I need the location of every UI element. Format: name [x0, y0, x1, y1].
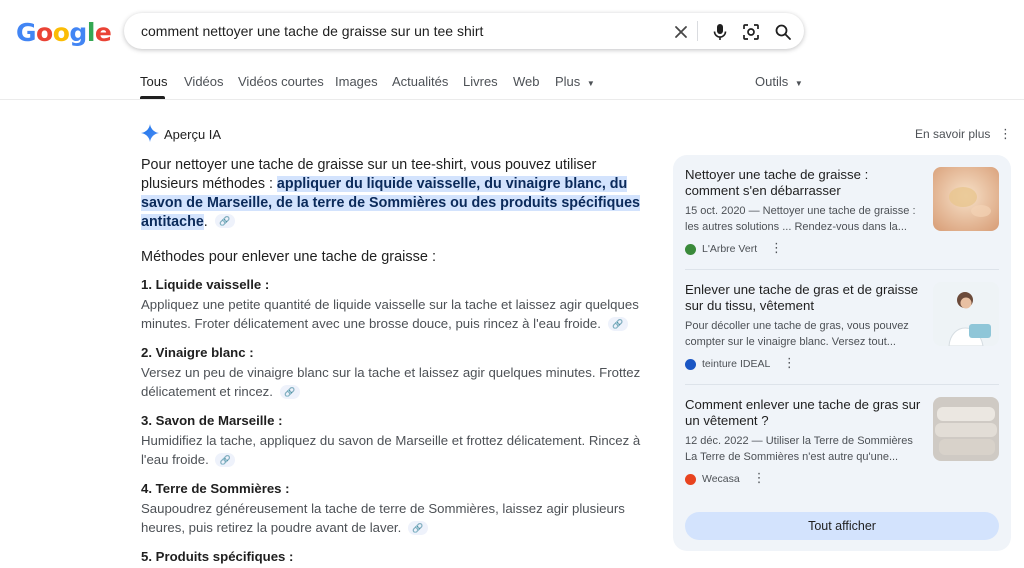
- method-text: Appliquez une petite quantité de liquide…: [141, 295, 646, 333]
- method-title: 4. Terre de Sommières :: [141, 481, 290, 496]
- source-card[interactable]: Enlever une tache de gras et de graisse …: [685, 282, 925, 371]
- source-thumbnail[interactable]: [933, 397, 999, 461]
- method-title: 1. Liquide vaisselle :: [141, 277, 270, 292]
- search-box[interactable]: comment nettoyer une tache de graisse su…: [124, 13, 804, 49]
- method-title: 3. Savon de Marseille :: [141, 413, 283, 428]
- ai-overview-title: Aperçu IA: [164, 127, 222, 142]
- google-logo[interactable]: Google: [16, 18, 112, 47]
- link-chip-icon[interactable]: 🔗: [607, 316, 628, 331]
- close-icon[interactable]: [670, 21, 692, 43]
- search-input[interactable]: comment nettoyer une tache de graisse su…: [141, 23, 483, 39]
- sources-panel: Nettoyer une tache de graisse : comment …: [673, 155, 1011, 551]
- more-options-icon[interactable]: ⋮: [999, 126, 1012, 142]
- site-favicon-icon: [685, 473, 696, 485]
- ai-intro: Pour nettoyer une tache de graisse sur u…: [141, 156, 641, 232]
- method-description: Saupoudrez généreusement la tache de ter…: [141, 501, 625, 535]
- source-site: teinture IDEAL ⋮: [685, 355, 925, 371]
- source-thumbnail[interactable]: [933, 282, 999, 346]
- mic-icon[interactable]: [709, 21, 731, 43]
- source-site-name: Wecasa: [702, 473, 740, 485]
- method-title: 5. Produits spécifiques :: [141, 549, 294, 564]
- logo-letter: e: [94, 18, 112, 47]
- caret-down-icon: ▼: [586, 79, 595, 88]
- method-description: Appliquez une petite quantité de liquide…: [141, 297, 639, 331]
- card-divider: [685, 269, 999, 270]
- ai-intro-end: .: [203, 214, 208, 230]
- method-title: 2. Vinaigre blanc :: [141, 345, 254, 360]
- source-site-name: L'Arbre Vert: [702, 243, 758, 255]
- logo-letter: l: [86, 18, 96, 47]
- source-snippet: 12 déc. 2022 — Utiliser la Terre de Somm…: [685, 435, 913, 463]
- tab-books[interactable]: Livres: [463, 74, 498, 89]
- more-options-icon[interactable]: ⋮: [753, 470, 766, 485]
- source-title[interactable]: Enlever une tache de gras et de graisse …: [685, 282, 925, 314]
- source-snippet: 15 oct. 2020 — Nettoyer une tache de gra…: [685, 205, 916, 233]
- source-site: Wecasa ⋮: [685, 470, 925, 486]
- site-favicon-icon: [685, 243, 696, 255]
- tab-more[interactable]: Plus ▼: [555, 74, 595, 89]
- logo-letter: g: [69, 18, 87, 47]
- card-divider: [685, 384, 999, 385]
- method-text: Humidifiez la tache, appliquez du savon …: [141, 431, 646, 469]
- logo-letter: o: [36, 18, 53, 47]
- methods-heading: Méthodes pour enlever une tache de grais…: [141, 249, 437, 265]
- source-title[interactable]: Nettoyer une tache de graisse : comment …: [685, 167, 925, 199]
- source-thumbnail[interactable]: [933, 167, 999, 231]
- tab-news[interactable]: Actualités: [392, 74, 448, 89]
- link-chip-icon[interactable]: 🔗: [214, 214, 235, 229]
- site-favicon-icon: [685, 358, 696, 370]
- source-snippet: Pour décoller une tache de gras, vous po…: [685, 320, 909, 348]
- source-card[interactable]: Nettoyer une tache de graisse : comment …: [685, 167, 925, 256]
- search-icon[interactable]: [772, 21, 794, 43]
- tools-button[interactable]: Outils ▼: [755, 74, 803, 89]
- method-description: Versez un peu de vinaigre blanc sur la t…: [141, 365, 641, 399]
- divider: [697, 21, 698, 41]
- logo-letter: G: [16, 18, 37, 47]
- gemini-sparkle-icon: [141, 124, 159, 147]
- tab-tous[interactable]: Tous: [140, 74, 167, 89]
- show-all-button[interactable]: Tout afficher: [685, 512, 999, 540]
- learn-more-link[interactable]: En savoir plus: [915, 127, 990, 141]
- source-card[interactable]: Comment enlever une tache de gras sur un…: [685, 397, 925, 486]
- source-site-name: teinture IDEAL: [702, 358, 770, 370]
- tab-videos[interactable]: Vidéos: [184, 74, 224, 89]
- source-site: L'Arbre Vert ⋮: [685, 240, 925, 256]
- link-chip-icon[interactable]: 🔗: [279, 384, 300, 399]
- logo-letter: o: [52, 18, 70, 47]
- lens-icon[interactable]: [740, 21, 762, 43]
- caret-down-icon: ▼: [794, 79, 803, 88]
- header-divider: [0, 99, 1024, 100]
- method-text: Versez un peu de vinaigre blanc sur la t…: [141, 363, 646, 401]
- tab-web[interactable]: Web: [513, 74, 540, 89]
- tab-short-videos[interactable]: Vidéos courtes: [238, 74, 324, 89]
- tab-images[interactable]: Images: [335, 74, 378, 89]
- more-options-icon[interactable]: ⋮: [770, 240, 783, 255]
- link-chip-icon[interactable]: 🔗: [215, 452, 236, 467]
- source-title[interactable]: Comment enlever une tache de gras sur un…: [685, 397, 925, 429]
- link-chip-icon[interactable]: 🔗: [407, 520, 428, 535]
- method-text: Saupoudrez généreusement la tache de ter…: [141, 499, 646, 537]
- tab-more-label: Plus: [555, 74, 581, 89]
- tools-label: Outils: [755, 74, 789, 89]
- more-options-icon[interactable]: ⋮: [783, 355, 796, 370]
